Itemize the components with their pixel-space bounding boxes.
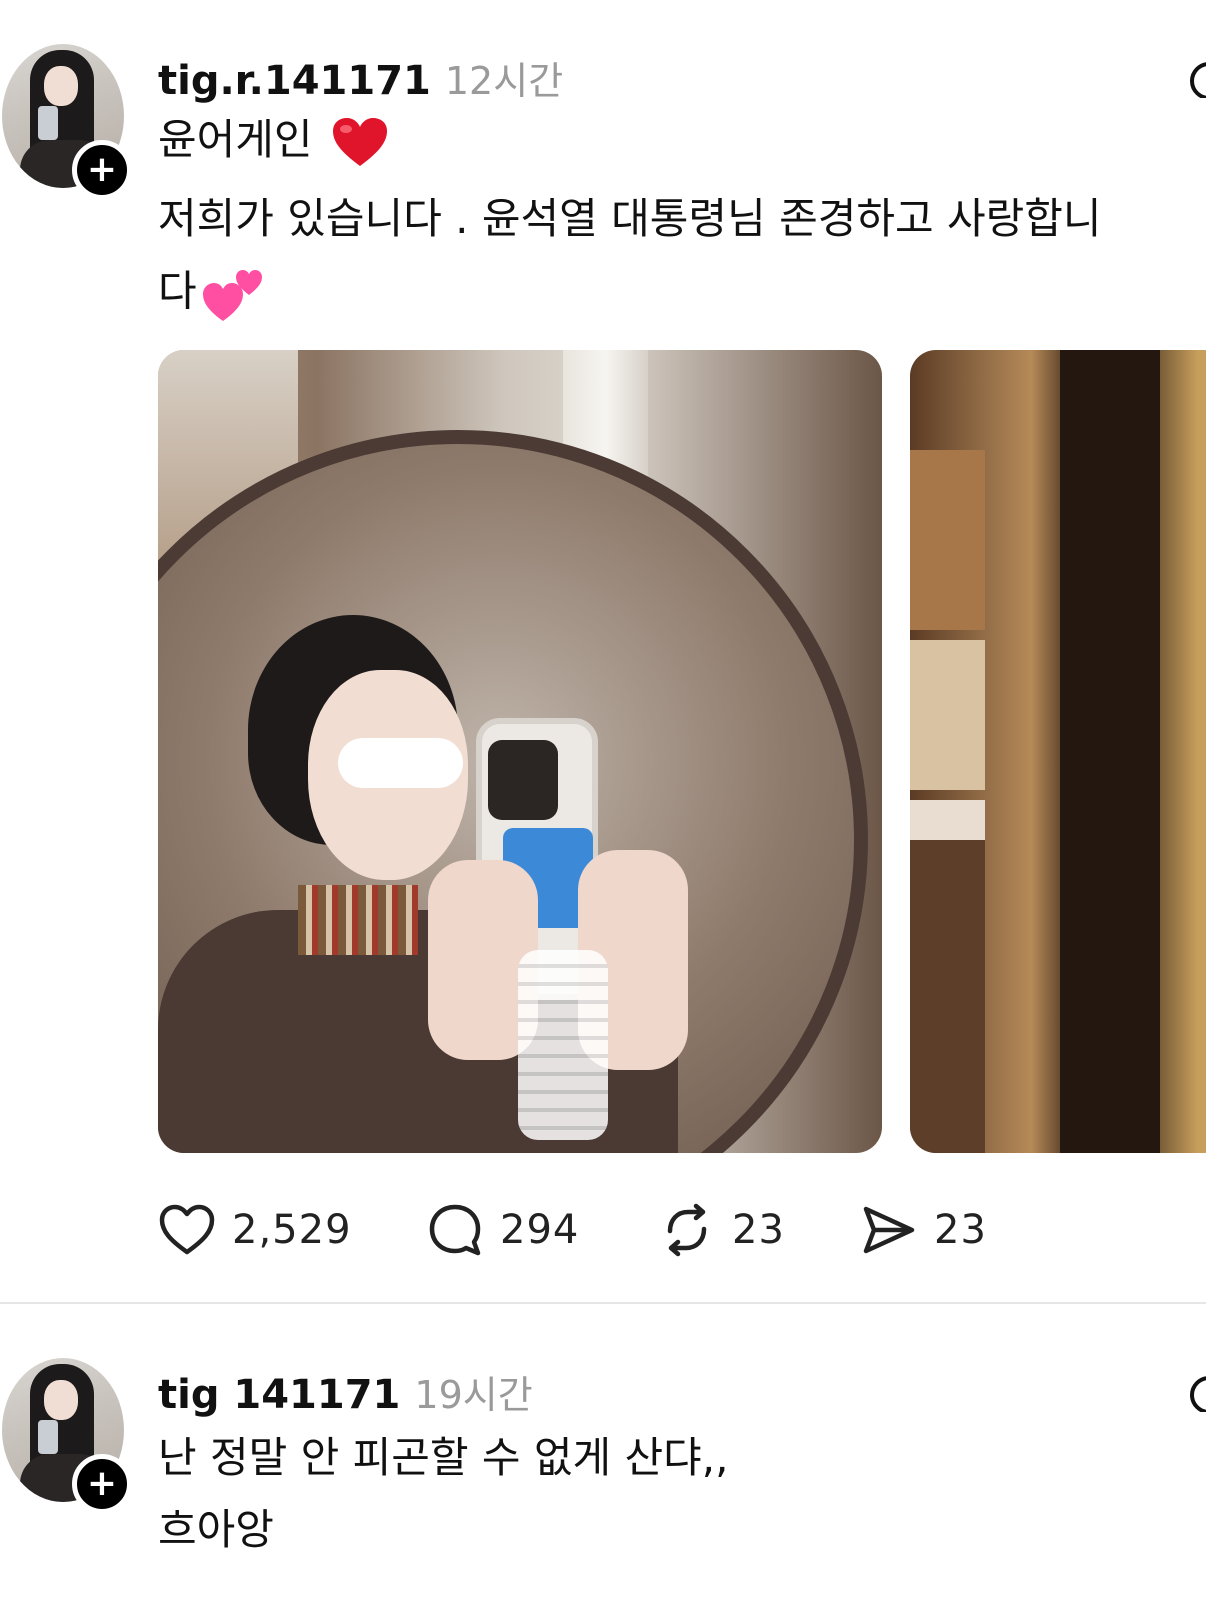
post-header: tig.r.141171 12시간 xyxy=(158,50,563,105)
repost-button[interactable]: 23 xyxy=(658,1198,785,1262)
share-count: 23 xyxy=(934,1207,987,1253)
thread-post: + tig 141171 19시간 난 정말 안 피곤할 수 없게 산댜,, 흐… xyxy=(0,1336,1206,1605)
red-heart-emoji xyxy=(332,117,387,166)
like-button[interactable]: 2,529 xyxy=(158,1198,352,1262)
avatar-face xyxy=(44,66,78,106)
post-text: 윤어게인 xyxy=(158,115,313,164)
post-divider xyxy=(0,1302,1206,1304)
follow-plus-icon[interactable]: + xyxy=(72,1454,132,1514)
more-icon[interactable] xyxy=(1172,1372,1206,1412)
share-button[interactable]: 23 xyxy=(860,1198,987,1262)
thread-post: + tig.r.141171 12시간 윤어게인 저희가 있습니다 . 윤석열 … xyxy=(0,0,1206,1334)
post-text-line: 난 정말 안 피곤할 수 없게 산댜,, xyxy=(158,1433,729,1482)
more-icon[interactable] xyxy=(1172,58,1206,98)
post-text: 다 xyxy=(158,266,197,316)
post-time: 12시간 xyxy=(444,59,564,103)
selfie-mirror-photo[interactable] xyxy=(158,350,882,1153)
comment-button[interactable]: 294 xyxy=(426,1198,579,1262)
repost-count: 23 xyxy=(732,1207,785,1253)
post-text-line: 저희가 있습니다 . 윤석열 대통령님 존경하고 사랑합니 xyxy=(158,194,1102,243)
comment-icon xyxy=(429,1204,481,1256)
post-actions: 2,529 294 23 23 xyxy=(158,1198,1058,1262)
follow-plus-icon[interactable]: + xyxy=(72,140,132,200)
post-text-line: 흐아앙 xyxy=(158,1505,274,1554)
post-time: 19시간 xyxy=(414,1373,533,1417)
post-header: tig 141171 19시간 xyxy=(158,1364,533,1419)
like-count: 2,529 xyxy=(232,1207,352,1253)
username[interactable]: tig.r.141171 xyxy=(158,58,431,104)
heart-icon xyxy=(159,1204,215,1255)
repost-icon xyxy=(667,1203,707,1257)
face-blur-mask xyxy=(338,738,463,788)
media-carousel[interactable] xyxy=(158,350,1206,1153)
post-text-line: 윤어게인 xyxy=(158,114,389,170)
avatar-phone xyxy=(38,106,58,140)
comment-count: 294 xyxy=(500,1207,580,1253)
two-hearts-emoji xyxy=(202,270,262,321)
room-photo[interactable] xyxy=(910,350,1206,1153)
share-icon xyxy=(863,1206,915,1254)
avatar-face xyxy=(44,1380,78,1420)
username[interactable]: tig 141171 xyxy=(158,1372,400,1418)
post-text-line: 다 xyxy=(158,265,265,323)
avatar-phone xyxy=(38,1420,58,1454)
